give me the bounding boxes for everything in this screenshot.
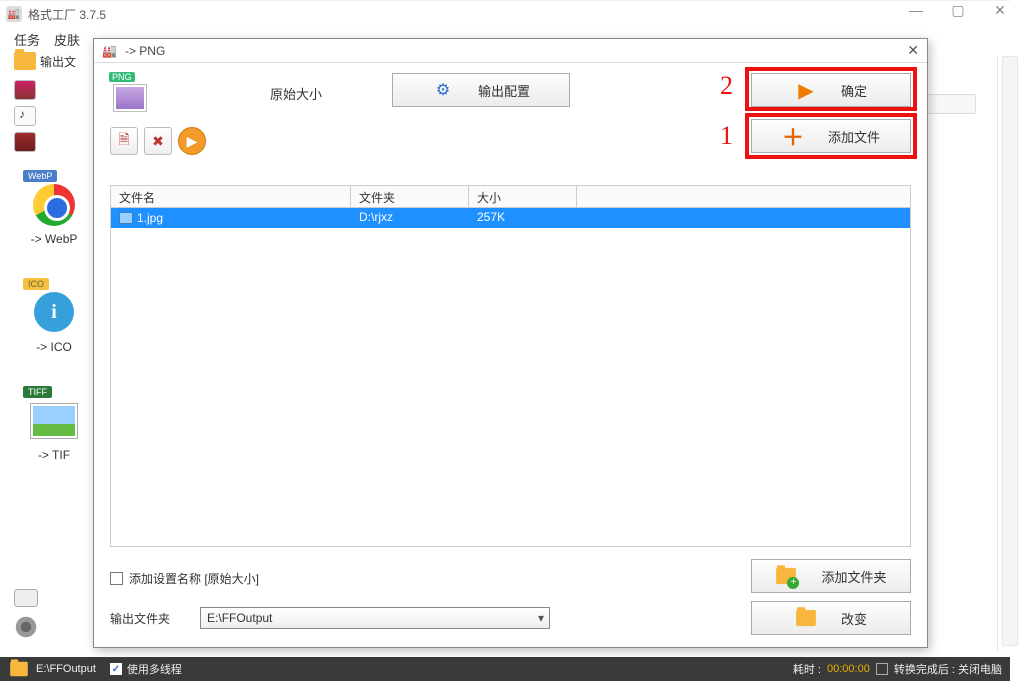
gear-icon: ⚙ xyxy=(432,79,454,101)
play-arrow-icon: ▶ xyxy=(795,79,817,101)
audio-category-icon[interactable] xyxy=(14,106,36,126)
main-titlebar: 🏭 格式工厂 3.7.5 xyxy=(0,0,1010,28)
minimize-button[interactable]: — xyxy=(902,2,930,19)
dialog-title: -> PNG xyxy=(125,44,165,58)
vertical-divider xyxy=(997,56,998,651)
app-title: 格式工厂 3.7.5 xyxy=(28,6,106,23)
format-card-tif-label: -> TIF xyxy=(14,448,94,462)
original-size-label: 原始大小 xyxy=(270,84,322,103)
output-folder-value: E:\FFOutput xyxy=(207,611,272,625)
change-folder-label: 改变 xyxy=(841,609,867,628)
landscape-icon xyxy=(31,404,77,438)
menu-skin[interactable]: 皮肤 xyxy=(54,30,80,49)
app-icon: 🏭 xyxy=(6,6,22,22)
add-folder-label: 添加文件夹 xyxy=(821,567,886,586)
multithread-label: 使用多线程 xyxy=(127,661,182,677)
image-category-icon[interactable] xyxy=(14,132,36,152)
tif-badge: TIFF xyxy=(23,386,52,398)
elapsed-time: 00:00:00 xyxy=(827,663,870,675)
settings-gear-icon[interactable] xyxy=(14,615,38,639)
clear-list-button[interactable]: ✖ xyxy=(144,127,172,155)
format-card-tif[interactable]: TIFF -> TIF xyxy=(14,386,94,476)
add-file-label: 添加文件 xyxy=(828,127,880,146)
main-scrollbar[interactable] xyxy=(1002,56,1018,646)
picture-icon xyxy=(114,85,146,111)
maximize-button[interactable]: ▢ xyxy=(944,2,972,19)
format-card-ico[interactable]: ICO i -> ICO xyxy=(14,278,94,368)
file-row-size: 257K xyxy=(469,208,577,228)
shutdown-label: 转换完成后 : 关闭电脑 xyxy=(894,661,1002,677)
remove-item-button[interactable]: 🗎 xyxy=(110,127,138,155)
menu-task[interactable]: 任务 xyxy=(14,30,40,49)
left-column: 输出文 WebP -> WebP ICO i -> ICO TIFF -> TIF xyxy=(14,52,94,476)
ok-button-label: 确定 xyxy=(841,81,867,100)
output-config-label: 输出配置 xyxy=(478,81,530,100)
file-list-row[interactable]: 1.jpg D:\rjxz 257K xyxy=(111,208,910,228)
drive-icon[interactable] xyxy=(14,589,38,607)
category-icons xyxy=(14,80,94,152)
folder-icon xyxy=(14,52,36,70)
add-file-button[interactable]: ＋ 添加文件 xyxy=(751,119,911,153)
png-dialog: 🏭 -> PNG ✕ PNG 原始大小 ⚙ 输出配置 ▶ 确定 ＋ 添加文件 🗎… xyxy=(93,38,928,648)
append-settings-checkbox-row: 添加设置名称 [原始大小] xyxy=(110,570,259,587)
file-row-folder: D:\rjxz xyxy=(351,208,469,228)
column-header-folder[interactable]: 文件夹 xyxy=(351,186,469,207)
format-card-webp-label: -> WebP xyxy=(14,232,94,246)
statusbar-path: E:\FFOutput xyxy=(36,663,96,675)
dialog-body: PNG 原始大小 ⚙ 输出配置 ▶ 确定 ＋ 添加文件 🗎 ✖ ▶ 2 1 xyxy=(94,63,927,647)
file-list[interactable]: 文件名 文件夹 大小 1.jpg D:\rjxz 257K xyxy=(110,185,911,547)
folder-add-icon xyxy=(775,565,797,587)
multithread-checkbox[interactable]: ✓ xyxy=(110,663,122,675)
dialog-close-button[interactable]: ✕ xyxy=(907,42,919,59)
file-icon xyxy=(119,212,133,224)
output-folder-label: 输出文 xyxy=(40,53,76,70)
png-badge: PNG xyxy=(109,72,135,82)
file-list-header: 文件名 文件夹 大小 xyxy=(111,186,910,208)
annotation-number-1: 1 xyxy=(720,121,733,151)
column-header-name[interactable]: 文件名 xyxy=(111,186,351,207)
add-folder-button[interactable]: 添加文件夹 xyxy=(751,559,911,593)
info-icon: i xyxy=(34,292,74,332)
output-folder-combo[interactable]: E:\FFOutput xyxy=(200,607,550,629)
append-settings-checkbox[interactable] xyxy=(110,572,123,585)
close-button[interactable]: ✕ xyxy=(986,2,1014,19)
output-folder-row: 输出文件夹 E:\FFOutput xyxy=(110,607,550,629)
status-bar: E:\FFOutput ✓ 使用多线程 耗时 : 00:00:00 转换完成后 … xyxy=(0,657,1010,681)
format-card-ico-label: -> ICO xyxy=(14,340,94,354)
annotation-number-2: 2 xyxy=(720,71,733,101)
chrome-icon xyxy=(33,184,75,226)
topright-placeholder xyxy=(922,94,976,114)
dialog-app-icon: 🏭 xyxy=(102,44,117,58)
change-folder-button[interactable]: 改变 xyxy=(751,601,911,635)
dialog-titlebar: 🏭 -> PNG ✕ xyxy=(94,39,927,63)
append-settings-label: 添加设置名称 [原始大小] xyxy=(129,570,259,587)
plus-icon: ＋ xyxy=(782,125,804,147)
png-thumb: PNG xyxy=(110,73,150,113)
ok-button[interactable]: ▶ 确定 xyxy=(751,73,911,107)
video-category-icon[interactable] xyxy=(14,80,36,100)
window-controls: — ▢ ✕ xyxy=(902,2,1014,19)
statusbar-folder-icon xyxy=(10,662,28,676)
output-config-button[interactable]: ⚙ 输出配置 xyxy=(392,73,570,107)
bottom-left-icons xyxy=(14,589,38,639)
ico-badge: ICO xyxy=(23,278,49,290)
elapsed-label: 耗时 : xyxy=(793,661,821,677)
preview-button[interactable]: ▶ xyxy=(178,127,206,155)
folder-gear-icon xyxy=(795,607,817,629)
shutdown-checkbox[interactable] xyxy=(876,663,888,675)
file-row-name: 1.jpg xyxy=(111,208,351,228)
webp-badge: WebP xyxy=(23,170,57,182)
output-folder-shortcut[interactable]: 输出文 xyxy=(14,52,94,70)
format-card-webp[interactable]: WebP -> WebP xyxy=(14,170,94,260)
menubar: 任务 皮肤 xyxy=(14,30,80,49)
column-header-size[interactable]: 大小 xyxy=(469,186,577,207)
output-folder-label: 输出文件夹 xyxy=(110,610,170,627)
